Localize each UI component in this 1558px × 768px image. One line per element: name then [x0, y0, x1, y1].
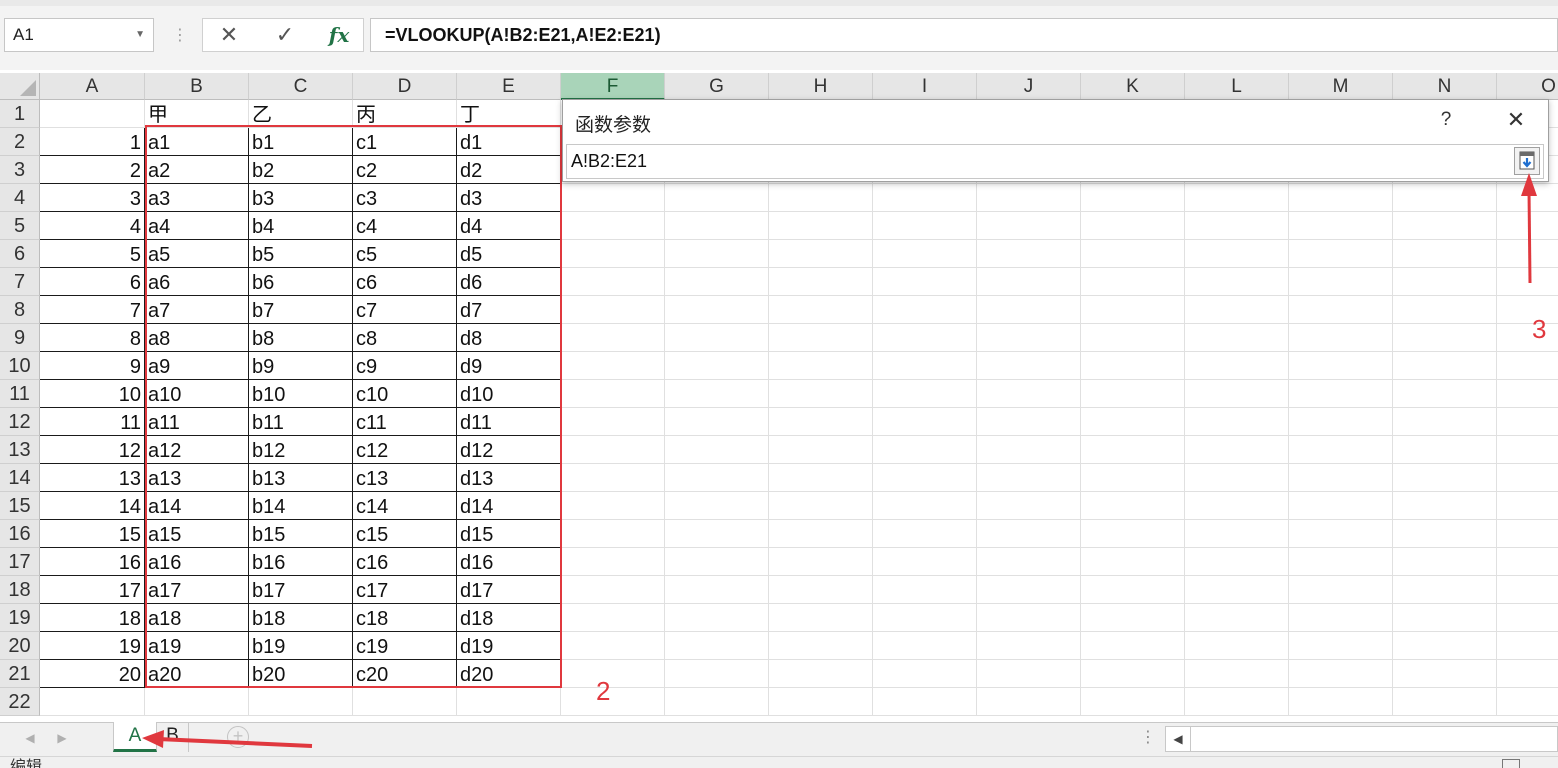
annotation-arrows	[142, 173, 1537, 748]
status-bar: 编辑	[0, 756, 1558, 768]
status-mode: 编辑	[10, 759, 43, 768]
annotation-arrow-3	[1521, 173, 1537, 284]
normal-view-icon[interactable]	[1502, 759, 1520, 768]
annotation-arrow-1	[142, 730, 313, 748]
